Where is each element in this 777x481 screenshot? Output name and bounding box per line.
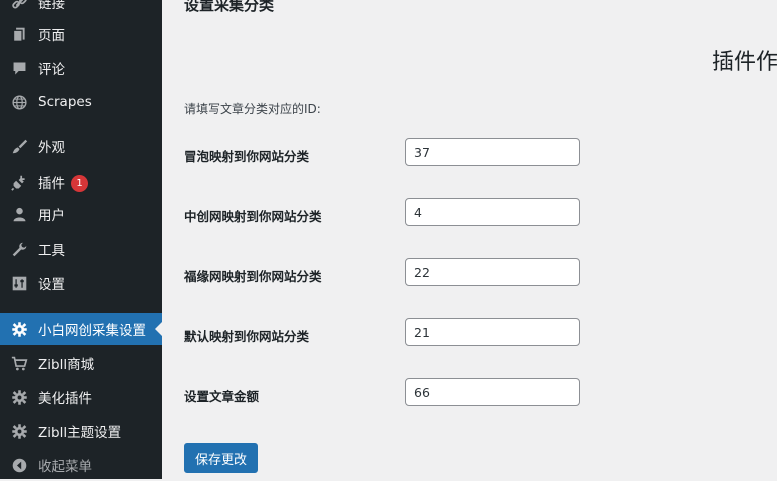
zhongchuang-category-id-input[interactable] [405, 198, 580, 226]
update-count-badge: 1 [71, 175, 88, 193]
sidebar-item-label: 工具 [38, 243, 65, 259]
plugin-icon [10, 173, 28, 191]
gear-icon [10, 388, 28, 406]
sidebar-item-label: Zibll商城 [38, 357, 95, 373]
fuyuan-category-id-input[interactable] [405, 258, 580, 286]
page-icon [10, 25, 28, 43]
maopao-category-id-input[interactable] [405, 138, 580, 166]
sidebar-item-label: 小白网创采集设置 [38, 323, 146, 339]
gear-icon [10, 320, 28, 338]
sidebar-item-label: 收起菜单 [38, 459, 92, 475]
sidebar-item-label: 设置 [38, 277, 65, 293]
sidebar-item-zibll-shop[interactable]: Zibll商城 [0, 347, 162, 379]
save-changes-button[interactable]: 保存更改 [184, 443, 258, 473]
user-icon [10, 205, 28, 223]
sidebar-item-label: Scrapes [38, 94, 92, 110]
sidebar-item-zibll-theme-settings[interactable]: Zibll主题设置 [0, 415, 162, 447]
field-label-zhongchuang: 中创网映射到你网站分类 [184, 209, 322, 224]
sidebar-item-appearance[interactable]: 外观 [0, 130, 162, 162]
cart-icon [10, 354, 28, 372]
sidebar-item-label: 外观 [38, 140, 65, 156]
admin-sidebar: 链接 页面 评论 Scrapes 外观 插件 1 用户 工具 设置 小白网创采集… [0, 0, 162, 479]
field-label-fuyuan: 福缘网映射到你网站分类 [184, 269, 322, 284]
sidebar-item-comments[interactable]: 评论 [0, 52, 162, 84]
brush-icon [10, 137, 28, 155]
sidebar-item-label: 评论 [38, 62, 65, 78]
sidebar-item-label: Zibll主题设置 [38, 425, 122, 441]
sidebar-item-beautify-plugin[interactable]: 美化插件 [0, 381, 162, 413]
sidebar-item-links[interactable]: 链接 [0, 0, 162, 18]
sidebar-item-label: 用户 [38, 208, 65, 224]
sidebar-item-label: 美化插件 [38, 391, 92, 407]
collapse-icon [10, 456, 28, 474]
gear-icon [10, 422, 28, 440]
link-icon [10, 0, 28, 11]
wrench-icon [10, 240, 28, 258]
panel-title-partial: 插件作 [712, 50, 777, 75]
field-label-maopao: 冒泡映射到你网站分类 [184, 149, 310, 164]
sidebar-item-scrapes[interactable]: Scrapes [0, 86, 162, 118]
sidebar-item-label: 插件 [38, 175, 65, 192]
default-category-id-input[interactable] [405, 318, 580, 346]
sidebar-collapse-menu[interactable]: 收起菜单 [0, 449, 162, 481]
sidebar-item-settings[interactable]: 设置 [0, 267, 162, 299]
field-label-default: 默认映射到你网站分类 [184, 329, 310, 344]
instructions-text: 请填写文章分类对应的ID: [184, 102, 321, 116]
sidebar-item-pages[interactable]: 页面 [0, 18, 162, 50]
settings-icon [10, 274, 28, 292]
active-indicator-arrow [155, 322, 162, 336]
comment-icon [10, 59, 28, 77]
section-heading: 设置采集分类 [184, 0, 275, 14]
sidebar-item-label: 页面 [38, 28, 65, 44]
sidebar-item-label: 链接 [38, 0, 65, 12]
article-price-input[interactable] [405, 378, 580, 406]
sidebar-item-users[interactable]: 用户 [0, 198, 162, 230]
sidebar-item-plugins[interactable]: 插件 1 [0, 166, 162, 198]
sidebar-item-tools[interactable]: 工具 [0, 233, 162, 265]
field-label-article-price: 设置文章金额 [184, 389, 260, 404]
sidebar-item-xiaobai-collect-settings[interactable]: 小白网创采集设置 [0, 313, 162, 345]
globe-icon [10, 93, 28, 111]
